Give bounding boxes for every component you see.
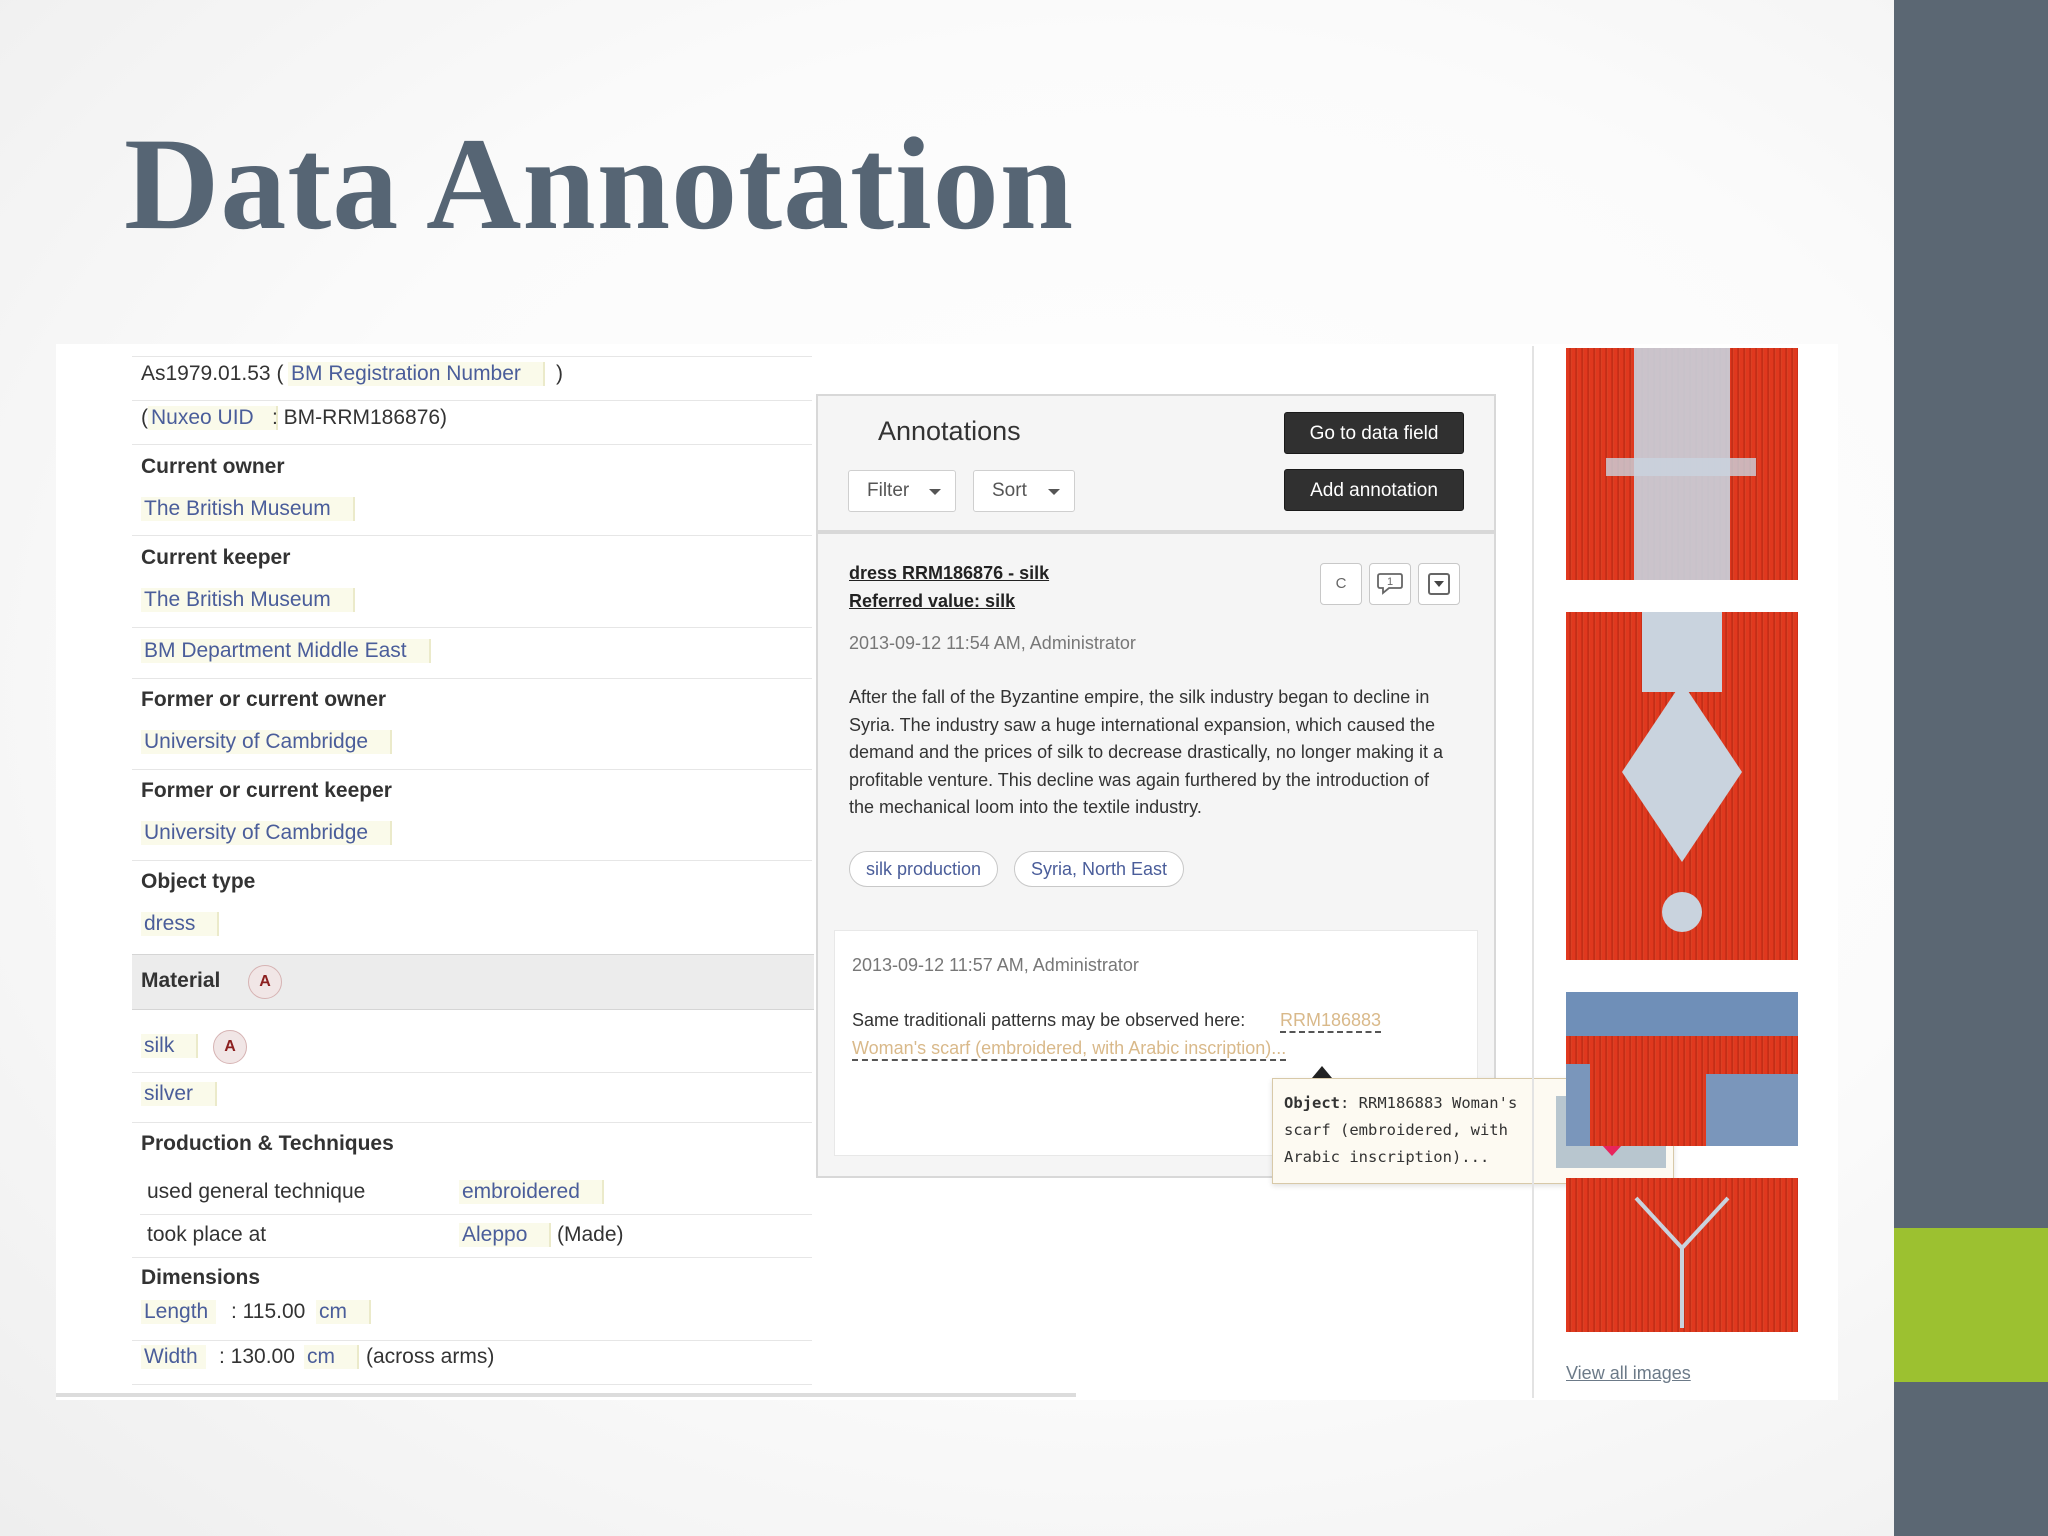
slide-accent-block: [1894, 1228, 2048, 1382]
annotation-meta: 2013-09-12 11:54 AM, Administrator: [849, 633, 1136, 653]
comment-count: 1: [1387, 576, 1393, 588]
production-header: Production & Techniques: [141, 1132, 394, 1155]
length-label-link[interactable]: Length: [141, 1300, 217, 1324]
row-divider: [132, 535, 812, 536]
tag-syria-north-east[interactable]: Syria, North East: [1014, 851, 1185, 887]
object-link-title[interactable]: Woman's scarf (embroidered, with Arabic …: [852, 1038, 1287, 1061]
image-thumbnail[interactable]: [1566, 348, 1798, 580]
filter-label: Filter: [867, 480, 910, 501]
place-note: (Made): [557, 1223, 624, 1246]
image-thumbnail[interactable]: [1566, 612, 1798, 960]
view-all-images-link[interactable]: View all images: [1566, 1363, 1691, 1384]
tag-silk-production[interactable]: silk production: [849, 851, 999, 887]
image-thumbnail[interactable]: [1566, 992, 1798, 1146]
annotation-heading[interactable]: dress RRM186876 - silk: [849, 563, 1049, 584]
sort-dropdown[interactable]: Sort: [973, 470, 1075, 512]
dropdown-box-icon: [1428, 573, 1450, 595]
registration-number-link[interactable]: BM Registration Number: [288, 362, 545, 386]
width-label-link[interactable]: Width: [141, 1345, 206, 1369]
annotation-c-button[interactable]: C: [1320, 563, 1362, 605]
current-keeper-link[interactable]: The British Museum: [141, 588, 355, 612]
technique-label: used general technique: [147, 1180, 366, 1203]
row-divider: [132, 400, 812, 401]
row-divider: [132, 1257, 812, 1258]
material-header: Material: [141, 969, 221, 992]
embroidery-shape: [1634, 1196, 1730, 1328]
annotation-reply-body: Same traditionali patterns may be observ…: [852, 1010, 1246, 1030]
tooltip-text: Object: RRM186883 Woman's scarf (embroid…: [1284, 1090, 1558, 1171]
place-link[interactable]: Aleppo: [459, 1223, 552, 1247]
row-divider: [132, 1340, 812, 1341]
object-type-link[interactable]: dress: [141, 912, 220, 936]
length-unit-link[interactable]: cm: [316, 1300, 371, 1324]
row-divider: [132, 1072, 812, 1073]
row-divider: [132, 678, 812, 679]
width-unit-link[interactable]: cm: [304, 1345, 359, 1369]
silk-annotation-badge[interactable]: A: [213, 1030, 247, 1064]
images-column-divider: [1532, 346, 1534, 1398]
row-divider: [132, 769, 812, 770]
chevron-down-icon: [1048, 489, 1060, 495]
filter-dropdown[interactable]: Filter: [848, 470, 956, 512]
former-keeper-header: Former or current keeper: [141, 779, 392, 802]
former-keeper-link[interactable]: University of Cambridge: [141, 821, 393, 845]
annotation-referred-value[interactable]: Referred value: silk: [849, 591, 1015, 612]
material-silver-link[interactable]: silver: [141, 1082, 218, 1106]
department-link[interactable]: BM Department Middle East: [141, 639, 431, 663]
go-to-data-field-button[interactable]: Go to data field: [1284, 412, 1464, 454]
registration-number-value: As1979.01.53 (: [141, 362, 284, 385]
dimensions-header: Dimensions: [141, 1266, 261, 1289]
chevron-down-icon: [929, 489, 941, 495]
row-divider: [132, 627, 812, 628]
embroidery-shape: [1622, 682, 1742, 932]
registration-number-close: ): [556, 362, 563, 385]
material-annotation-badge[interactable]: A: [248, 965, 282, 999]
uid-link[interactable]: Nuxeo UID: [148, 406, 278, 430]
add-annotation-button[interactable]: Add annotation: [1284, 469, 1464, 511]
current-owner-link[interactable]: The British Museum: [141, 497, 355, 521]
image-thumbnail[interactable]: [1566, 1178, 1798, 1332]
comment-icon-button[interactable]: 1: [1369, 563, 1411, 605]
row-divider: [132, 356, 812, 357]
technique-link[interactable]: embroidered: [459, 1180, 604, 1204]
place-label: took place at: [147, 1223, 267, 1246]
current-owner-header: Current owner: [141, 455, 285, 478]
former-owner-link[interactable]: University of Cambridge: [141, 730, 393, 754]
width-value: : 130.00: [219, 1345, 295, 1368]
object-type-header: Object type: [141, 870, 256, 893]
former-owner-header: Former or current owner: [141, 688, 387, 711]
current-keeper-header: Current keeper: [141, 546, 291, 569]
annotations-title: Annotations: [878, 416, 1021, 446]
row-divider: [132, 1122, 812, 1123]
expand-menu-button[interactable]: [1418, 563, 1460, 605]
annotation-reply-meta: 2013-09-12 11:57 AM, Administrator: [852, 955, 1139, 975]
annotation-body: After the fall of the Byzantine empire, …: [849, 687, 1443, 817]
tooltip-label: Object: [1284, 1094, 1340, 1112]
width-note: (across arms): [366, 1345, 495, 1368]
slide-title: Data Annotation: [124, 110, 1075, 257]
row-divider: [132, 444, 812, 445]
length-value: : 115.00: [231, 1300, 306, 1323]
screenshot-divider: [56, 1393, 1076, 1397]
comment-icon: 1: [1377, 573, 1403, 595]
row-divider: [132, 860, 812, 861]
tooltip-arrow: [1312, 1066, 1332, 1078]
material-section-bar: [132, 954, 814, 1010]
material-silk-link[interactable]: silk: [141, 1034, 199, 1058]
uid-open: (: [141, 406, 148, 429]
uid-value: : BM-RRM186876): [272, 406, 448, 429]
row-divider: [132, 1384, 812, 1385]
row-divider: [140, 1214, 812, 1215]
sort-label: Sort: [992, 480, 1027, 501]
object-link-id[interactable]: RRM186883: [1280, 1010, 1382, 1033]
